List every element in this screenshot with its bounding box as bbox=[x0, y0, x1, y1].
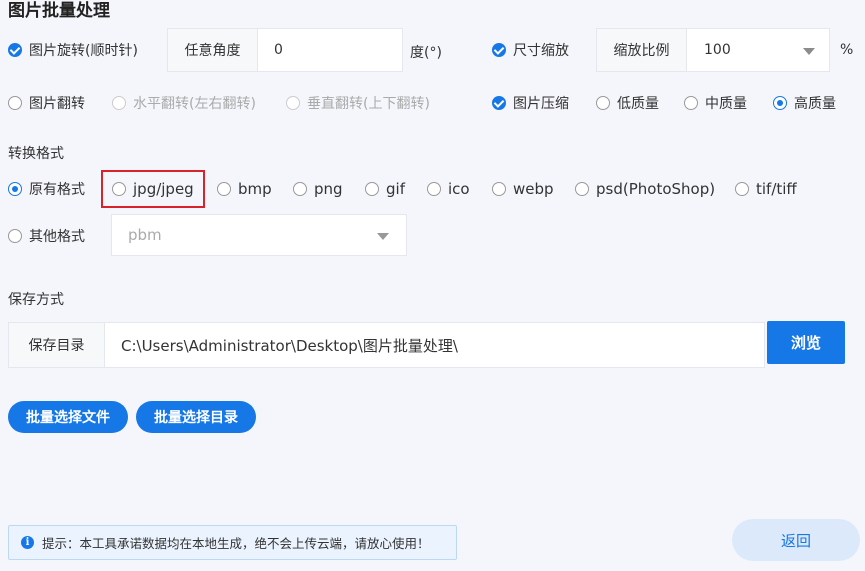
format-label: psd(PhotoShop) bbox=[596, 180, 716, 198]
flip-vertical-label: 垂直翻转(上下翻转) bbox=[307, 96, 430, 112]
rotate-checkbox[interactable]: 图片旋转(顺时针) bbox=[8, 40, 138, 60]
ratio-select[interactable]: 100 bbox=[704, 29, 731, 71]
radio-icon bbox=[427, 182, 441, 196]
format-other-radio[interactable]: 其他格式 bbox=[8, 226, 85, 246]
radio-icon bbox=[112, 96, 126, 110]
radio-icon bbox=[492, 182, 506, 196]
format-label: png bbox=[314, 180, 343, 198]
radio-icon bbox=[8, 182, 22, 196]
radio-icon bbox=[8, 96, 22, 110]
radio-icon bbox=[8, 229, 22, 243]
angle-field[interactable]: 任意角度 0 bbox=[167, 28, 403, 72]
radio-icon bbox=[684, 96, 698, 110]
format-label: jpg/jpeg bbox=[133, 180, 194, 198]
save-section-title: 保存方式 bbox=[8, 292, 64, 308]
quality-low-radio[interactable]: 低质量 bbox=[596, 93, 659, 113]
radio-icon bbox=[217, 182, 231, 196]
resize-checkbox[interactable]: 尺寸缩放 bbox=[492, 40, 569, 60]
format-label: ico bbox=[448, 180, 470, 198]
radio-icon bbox=[596, 96, 610, 110]
tip-bar: i 提示：本工具承诺数据均在本地生成，绝不会上传云端，请放心使用！ bbox=[8, 525, 457, 560]
format-tif-radio[interactable]: tif/tiff bbox=[735, 179, 797, 199]
format-label: 原有格式 bbox=[29, 182, 85, 198]
format-other-label: 其他格式 bbox=[29, 229, 85, 245]
info-icon: i bbox=[21, 536, 34, 549]
select-dir-button[interactable]: 批量选择目录 bbox=[136, 401, 256, 433]
format-jpg-radio[interactable]: jpg/jpeg bbox=[112, 179, 194, 199]
quality-mid-radio[interactable]: 中质量 bbox=[684, 93, 747, 113]
format-webp-radio[interactable]: webp bbox=[492, 179, 554, 199]
format-ico-radio[interactable]: ico bbox=[427, 179, 470, 199]
quality-low-label: 低质量 bbox=[617, 96, 659, 112]
compress-checkbox[interactable]: 图片压缩 bbox=[492, 93, 569, 113]
ratio-label: 缩放比例 bbox=[597, 29, 687, 71]
save-dir-label: 保存目录 bbox=[9, 323, 105, 367]
quality-high-radio[interactable]: 高质量 bbox=[773, 93, 836, 113]
radio-icon bbox=[735, 182, 749, 196]
flip-label: 图片翻转 bbox=[29, 96, 85, 112]
check-icon bbox=[8, 43, 22, 57]
rotate-label: 图片旋转(顺时针) bbox=[29, 43, 138, 59]
flip-horizontal-label: 水平翻转(左右翻转) bbox=[133, 96, 256, 112]
flip-horizontal-radio[interactable]: 水平翻转(左右翻转) bbox=[112, 93, 256, 113]
flip-checkbox[interactable]: 图片翻转 bbox=[8, 93, 85, 113]
format-png-radio[interactable]: png bbox=[293, 179, 343, 199]
format-psd-radio[interactable]: psd(PhotoShop) bbox=[575, 179, 715, 199]
other-format-value: pbm bbox=[128, 226, 162, 244]
radio-icon bbox=[286, 96, 300, 110]
format-label: gif bbox=[386, 180, 405, 198]
radio-icon bbox=[365, 182, 379, 196]
save-dir-input[interactable]: C:\Users\Administrator\Desktop\图片批量处理\ bbox=[121, 323, 458, 367]
radio-icon bbox=[773, 96, 787, 110]
save-dir-field[interactable]: 保存目录 C:\Users\Administrator\Desktop\图片批量… bbox=[8, 322, 765, 368]
radio-icon bbox=[293, 182, 307, 196]
angle-label: 任意角度 bbox=[168, 29, 258, 71]
radio-icon bbox=[112, 182, 126, 196]
format-label: tif/tiff bbox=[756, 180, 797, 198]
radio-icon bbox=[575, 182, 589, 196]
format-original-radio[interactable]: 原有格式 bbox=[8, 179, 85, 199]
chevron-down-icon[interactable] bbox=[803, 48, 815, 55]
page-title: 图片批量处理 bbox=[8, 1, 110, 21]
convert-section-title: 转换格式 bbox=[8, 146, 64, 162]
format-bmp-radio[interactable]: bmp bbox=[217, 179, 272, 199]
chevron-down-icon[interactable] bbox=[377, 233, 389, 240]
format-label: webp bbox=[513, 180, 554, 198]
flip-vertical-radio[interactable]: 垂直翻转(上下翻转) bbox=[286, 93, 430, 113]
tip-text: 提示：本工具承诺数据均在本地生成，绝不会上传云端，请放心使用！ bbox=[42, 536, 430, 551]
select-files-button[interactable]: 批量选择文件 bbox=[8, 401, 128, 433]
format-label: bmp bbox=[238, 180, 272, 198]
format-gif-radio[interactable]: gif bbox=[365, 179, 405, 199]
check-icon bbox=[492, 96, 506, 110]
resize-label: 尺寸缩放 bbox=[513, 43, 569, 59]
compress-label: 图片压缩 bbox=[513, 96, 569, 112]
quality-mid-label: 中质量 bbox=[705, 96, 747, 112]
browse-button[interactable]: 浏览 bbox=[767, 321, 845, 364]
check-icon bbox=[492, 43, 506, 57]
ratio-field[interactable]: 缩放比例 100 bbox=[596, 28, 830, 72]
quality-high-label: 高质量 bbox=[794, 96, 836, 112]
angle-input[interactable]: 0 bbox=[274, 29, 283, 71]
back-button[interactable]: 返回 bbox=[732, 519, 860, 561]
other-format-select[interactable]: pbm bbox=[111, 214, 407, 256]
ratio-unit: % bbox=[840, 42, 854, 58]
angle-unit: 度(°) bbox=[410, 45, 442, 61]
